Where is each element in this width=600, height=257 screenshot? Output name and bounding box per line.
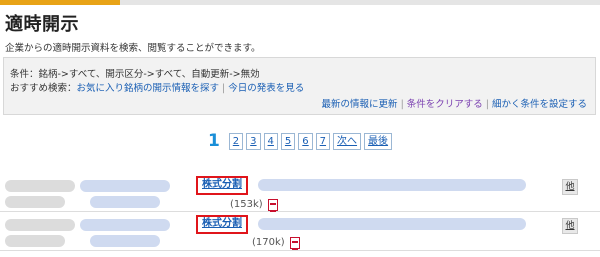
today-announcements-link[interactable]: 今日の発表を見る [228,83,304,94]
blurred-date [5,219,75,231]
page-7-button[interactable]: 7 [315,132,331,150]
disclosure-row: 株式分割 (170k) 他 [0,213,600,251]
file-size: (170k) [252,237,285,248]
blurred-code [90,235,160,247]
blurred-time [5,235,65,247]
header-accent-bar [0,0,600,5]
blurred-time [5,196,65,208]
recommended-search: おすすめ検索：お気に入り銘柄の開示情報を探す | 今日の発表を見る [10,80,304,94]
last-page-button[interactable]: 最後 [364,132,393,150]
other-button[interactable]: 他 [562,218,578,234]
page-4-button[interactable]: 4 [263,132,278,150]
clear-conditions-link[interactable]: 条件をクリアする [407,99,483,110]
favorites-disclosure-link[interactable]: お気に入り銘柄の開示情報を探す [77,83,220,94]
stock-split-link[interactable]: 株式分割 [196,176,248,195]
separator: | [222,83,226,94]
pdf-icon[interactable] [290,237,300,250]
blurred-title [258,179,526,191]
other-button[interactable]: 他 [562,179,578,195]
next-page-button[interactable]: 次へ [333,132,362,150]
current-page: 1 [207,131,220,151]
pagination: 1 2 3 4 5 6 7 次へ 最後 [0,131,600,151]
page-6-button[interactable]: 6 [298,132,313,150]
blurred-title [258,218,526,230]
search-conditions-panel: 条件：銘柄->すべて、開示区分->すべて、自動更新->無効 おすすめ検索：お気に… [3,57,596,115]
pdf-icon[interactable] [268,199,278,212]
page-title: 適時開示 [5,14,79,35]
blurred-code [90,196,160,208]
refresh-link[interactable]: 最新の情報に更新 [322,99,398,110]
separator: | [400,99,404,110]
separator: | [485,99,489,110]
blurred-company [80,219,170,231]
stock-split-link[interactable]: 株式分割 [196,215,248,234]
header-accent [0,0,120,5]
blurred-date [5,180,75,192]
page-5-button[interactable]: 5 [280,132,296,150]
page-description: 企業からの適時開示資料を検索、閲覧することができます。 [5,43,261,54]
conditions-summary: 条件：銘柄->すべて、開示区分->すべて、自動更新->無効 [10,69,260,80]
file-size: (153k) [230,199,263,210]
disclosure-row: 株式分割 (153k) 他 [0,174,600,212]
detailed-conditions-link[interactable]: 細かく条件を設定する [492,99,587,110]
page-3-button[interactable]: 3 [246,132,261,150]
blurred-company [80,180,170,192]
recommended-search-label: おすすめ検索： [10,83,77,94]
condition-actions: 最新の情報に更新 | 条件をクリアする | 細かく条件を設定する [322,96,587,110]
page-2-button[interactable]: 2 [228,132,244,150]
